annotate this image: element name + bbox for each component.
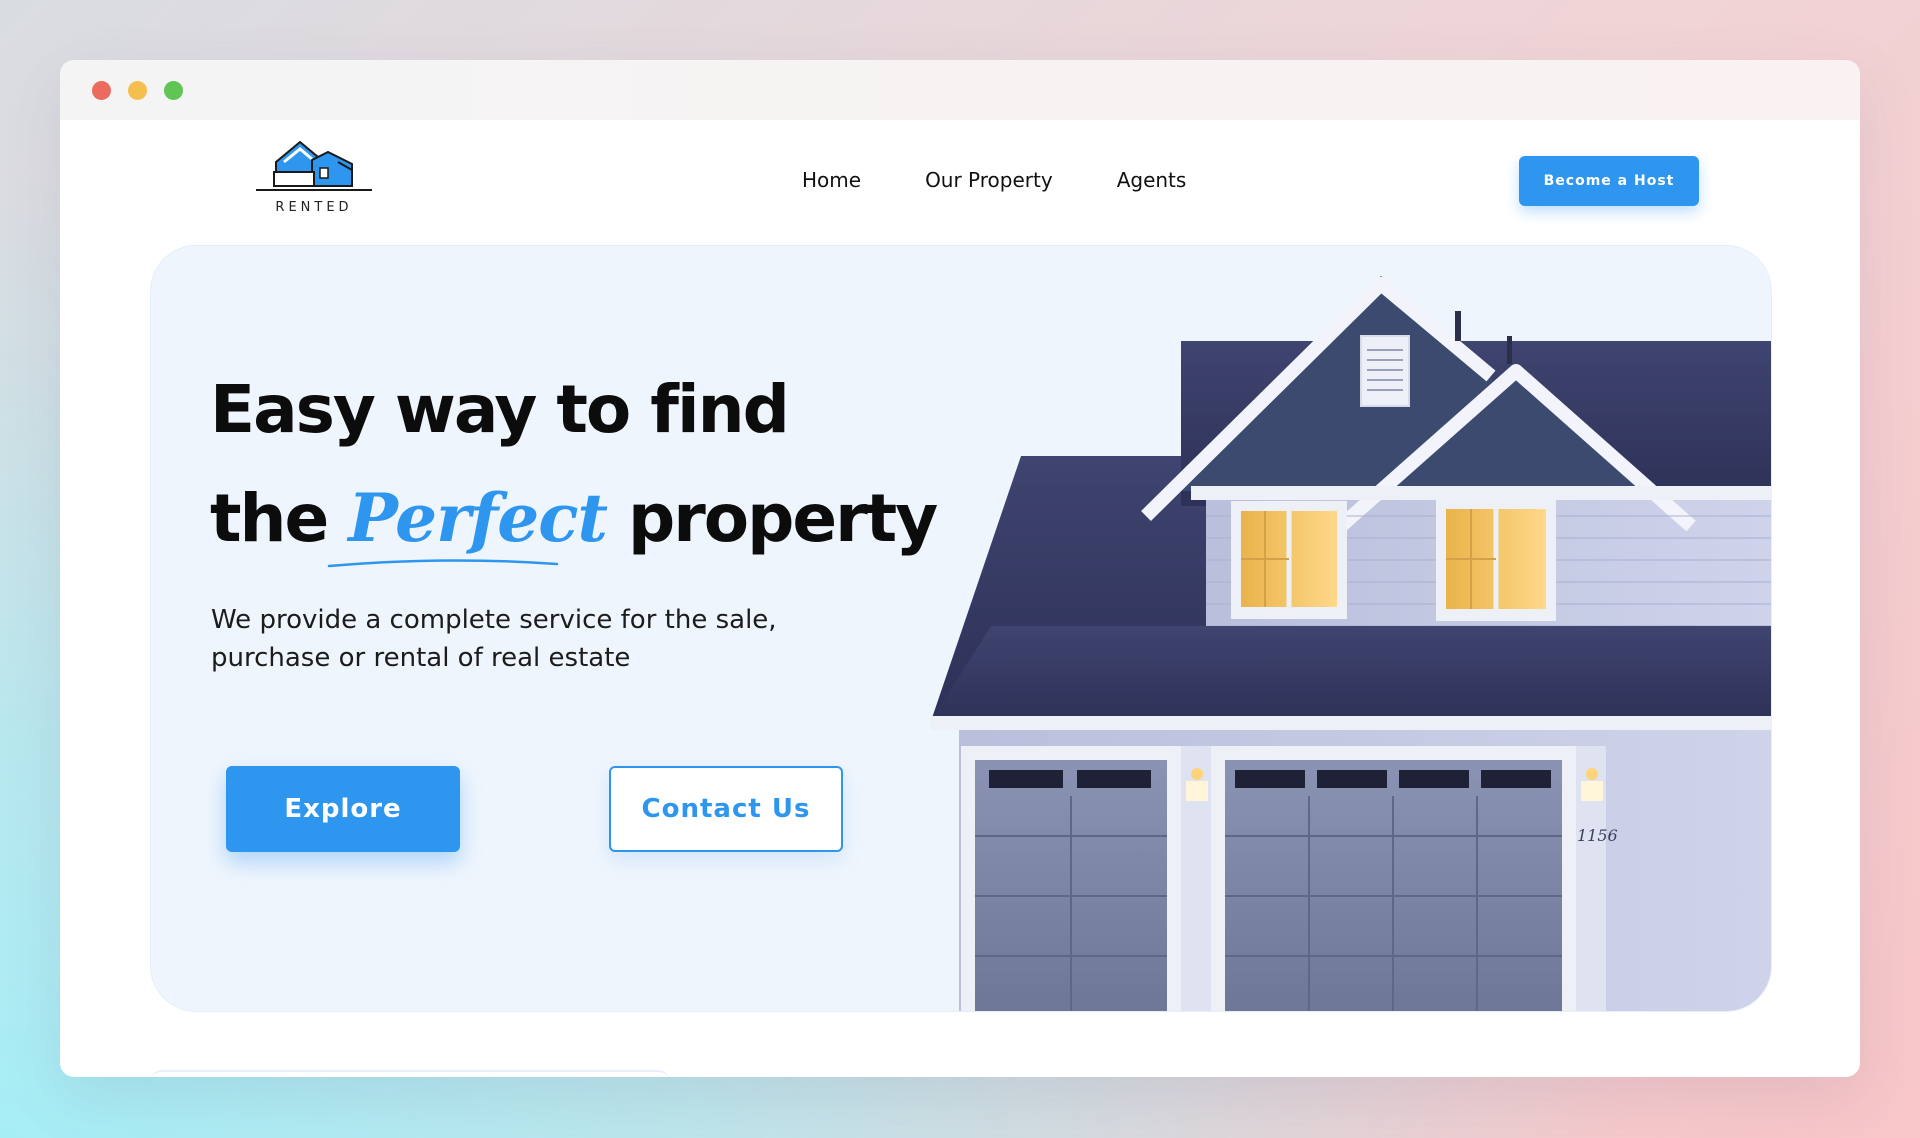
close-window-button[interactable]	[92, 81, 111, 100]
window-titlebar	[60, 60, 1860, 120]
highlight-underline	[327, 559, 559, 568]
headline-line-1: Easy way to find	[210, 371, 790, 448]
site-navbar: RENTED Home Our Property Agents Become a…	[60, 120, 1860, 245]
house-logo-icon	[256, 140, 372, 191]
maximize-window-button[interactable]	[164, 81, 183, 100]
explore-button[interactable]: Explore	[226, 766, 460, 852]
nav-link-our-property[interactable]: Our Property	[925, 168, 1053, 192]
brand-name: RENTED	[275, 200, 353, 215]
become-host-button[interactable]: Become a Host	[1519, 156, 1699, 206]
nav-link-home[interactable]: Home	[802, 168, 861, 192]
nav-link-agents[interactable]: Agents	[1117, 168, 1187, 192]
main-navigation: Home Our Property Agents	[802, 168, 1250, 192]
house-illustration: 1156	[931, 276, 1771, 1011]
house-number: 1156	[1577, 826, 1618, 845]
hero-section: Easy way to find the Perfect property We…	[150, 245, 1772, 1012]
browser-window: RENTED Home Our Property Agents Become a…	[60, 60, 1860, 1077]
hero-subtitle: We provide a complete service for the sa…	[211, 605, 777, 673]
headline-suffix: property	[627, 480, 938, 557]
next-section-edge	[150, 1070, 670, 1077]
headline-prefix: the	[210, 480, 329, 557]
contact-us-button[interactable]: Contact Us	[609, 766, 843, 852]
headline-line-2: the Perfect property	[210, 464, 938, 573]
site-logo[interactable]: RENTED	[254, 132, 374, 218]
hero-headline: Easy way to find the Perfect property	[210, 356, 938, 573]
minimize-window-button[interactable]	[128, 81, 147, 100]
